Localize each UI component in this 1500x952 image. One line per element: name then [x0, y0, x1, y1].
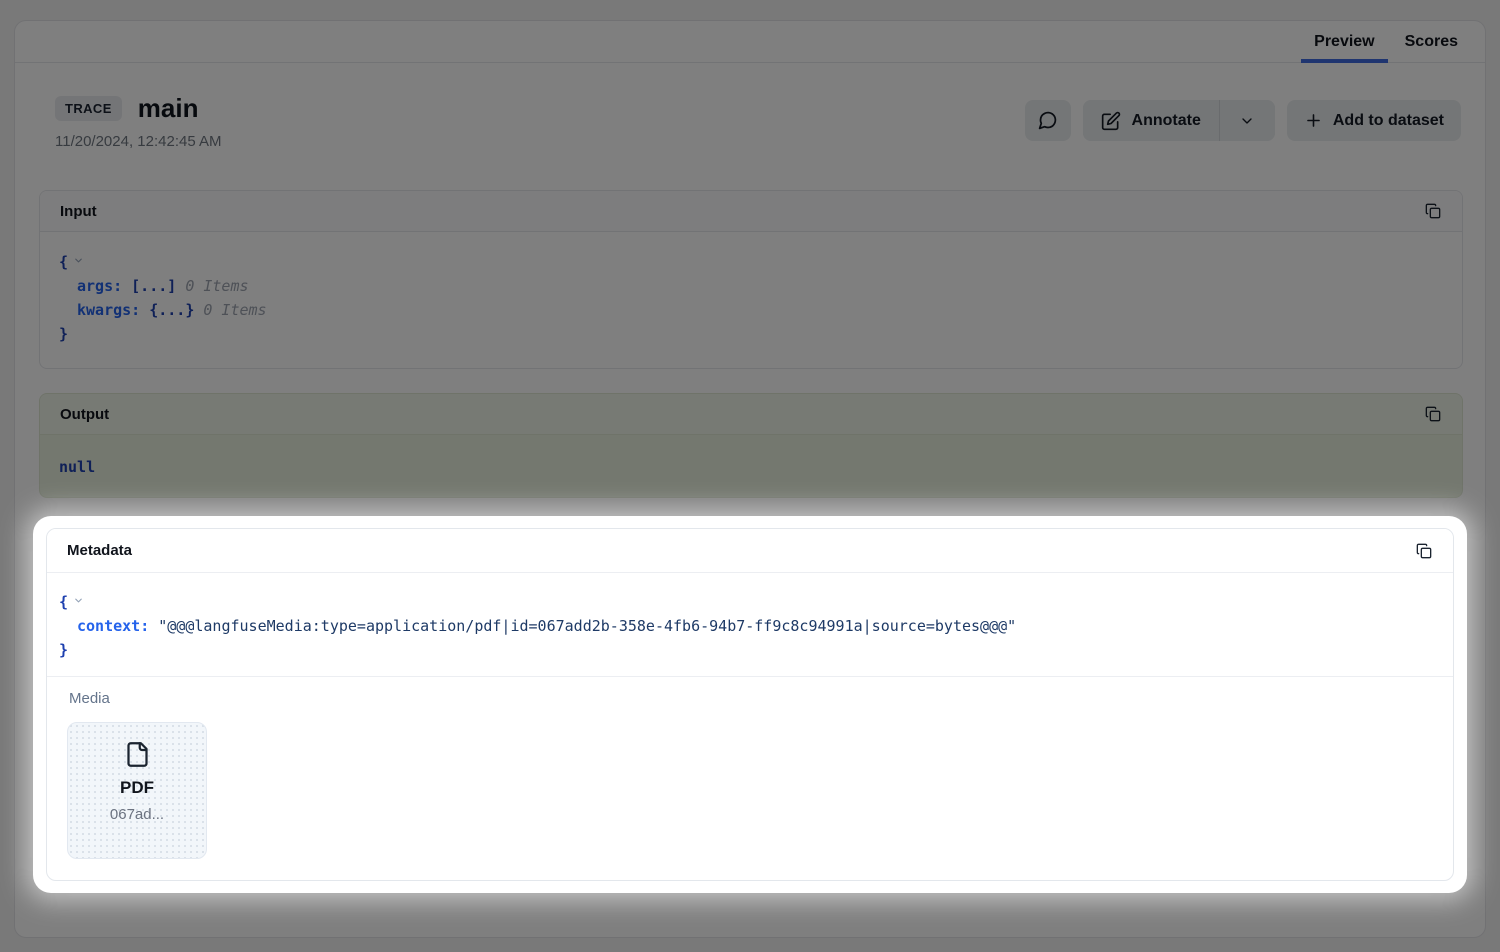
json-open-line: {	[59, 590, 1441, 614]
metadata-panel-header: Metadata	[47, 529, 1453, 573]
metadata-json-viewer: { context:"@@@langfuseMedia:type=applica…	[47, 573, 1453, 676]
json-collapse-chevron-icon[interactable]	[73, 595, 84, 606]
json-entry-context: context:"@@@langfuseMedia:type=applicati…	[59, 614, 1441, 638]
trace-detail-screen: Preview Scores TRACE main 11/20/2024, 12…	[0, 0, 1500, 952]
copy-metadata-button[interactable]	[1409, 536, 1439, 566]
metadata-panel-title: Metadata	[67, 542, 132, 559]
metadata-panel: Metadata { context:"@@@langfuseMedia:typ…	[46, 528, 1454, 881]
copy-icon	[1416, 543, 1432, 559]
media-file-type: PDF	[120, 778, 154, 798]
media-item-pdf[interactable]: PDF 067ad...	[67, 722, 207, 859]
media-section: Media PDF 067ad...	[47, 676, 1453, 879]
media-section-label: Media	[69, 690, 1433, 707]
media-file-id: 067ad...	[110, 806, 164, 823]
metadata-spotlight: Metadata { context:"@@@langfuseMedia:typ…	[33, 516, 1467, 893]
json-close-line: }	[59, 638, 1441, 662]
file-icon	[124, 740, 151, 769]
